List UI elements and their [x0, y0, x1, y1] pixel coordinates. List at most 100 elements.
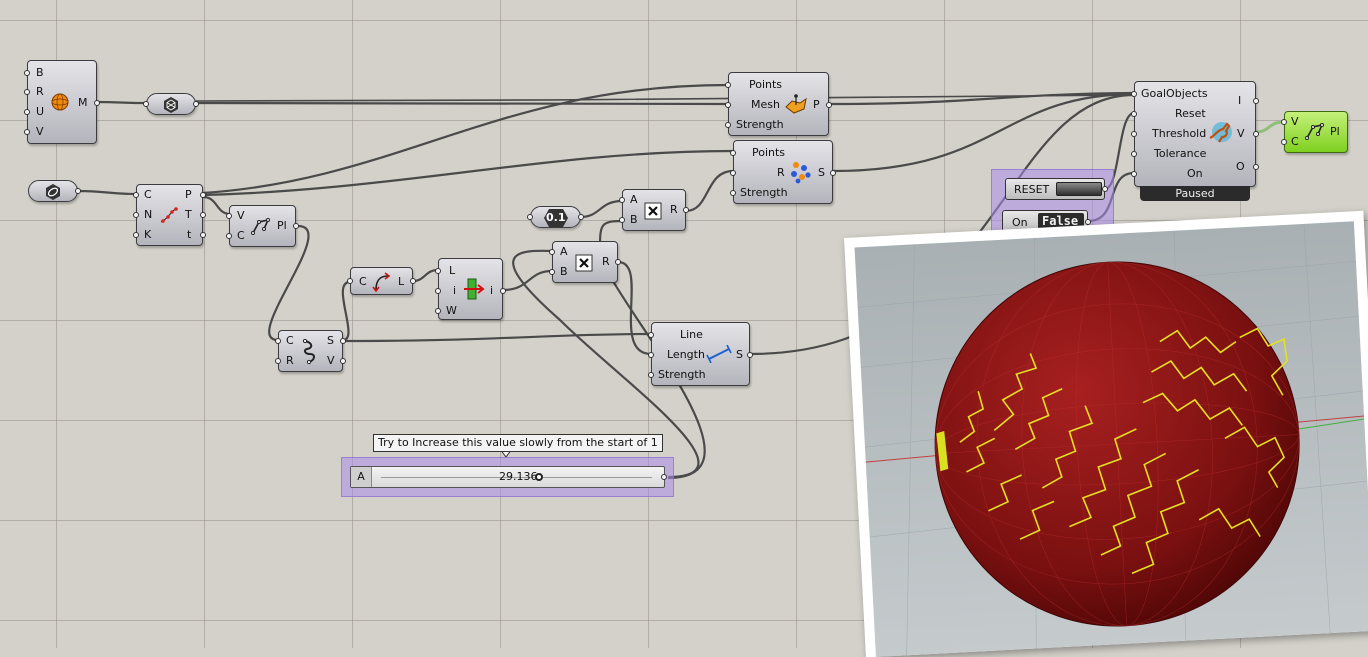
port-out[interactable] [1102, 186, 1108, 192]
port-out[interactable] [661, 474, 667, 480]
port-out[interactable] [683, 207, 689, 213]
number-param[interactable]: 0.1 [527, 206, 584, 228]
port-in[interactable] [549, 269, 555, 275]
port-out[interactable] [200, 232, 206, 238]
output-label: P [185, 188, 192, 201]
port-out[interactable] [747, 352, 753, 358]
port-out[interactable] [500, 288, 506, 294]
port-in[interactable] [619, 197, 625, 203]
multiply-component[interactable]: A B R [549, 241, 621, 283]
input-label: V [237, 209, 245, 222]
port-in[interactable] [24, 89, 30, 95]
slider-knob[interactable] [535, 473, 543, 481]
port-in[interactable] [619, 217, 625, 223]
port-in[interactable] [725, 102, 731, 108]
sphere-component[interactable]: B R U V M [24, 60, 100, 144]
port-out[interactable] [200, 192, 206, 198]
port-out[interactable] [200, 212, 206, 218]
polyline-preview-component[interactable]: V C Pl [1281, 111, 1348, 153]
port-in[interactable] [527, 214, 533, 220]
explode-curve-component[interactable]: C R S V [275, 330, 346, 372]
input-label: C [237, 229, 245, 242]
port-out[interactable] [410, 278, 416, 284]
port-out[interactable] [94, 100, 100, 106]
port-in[interactable] [730, 190, 736, 196]
multiply-icon [575, 254, 593, 272]
input-label: GoalObjects [1141, 87, 1208, 100]
port-in[interactable] [275, 338, 281, 344]
port-in[interactable] [435, 308, 441, 314]
input-label: Strength [740, 186, 788, 199]
list-item-component[interactable]: L i W i [435, 258, 506, 320]
multiply-component[interactable]: A B R [619, 189, 689, 231]
port-in[interactable] [648, 332, 654, 338]
port-in[interactable] [347, 278, 353, 284]
output-label: I [1238, 94, 1242, 107]
port-out[interactable] [830, 170, 836, 176]
port-in[interactable] [730, 170, 736, 176]
input-label: R [286, 354, 294, 367]
port-out[interactable] [826, 102, 832, 108]
number-slider[interactable]: A 29.136 [350, 466, 667, 488]
port-in[interactable] [725, 122, 731, 128]
rhino-viewport [844, 210, 1368, 657]
port-in[interactable] [730, 150, 736, 156]
port-in[interactable] [226, 233, 232, 239]
onmesh-goal-component[interactable]: Points Mesh Strength P [725, 72, 832, 136]
input-label: Length [667, 348, 705, 361]
port-in[interactable] [133, 232, 139, 238]
port-out[interactable] [578, 214, 584, 220]
input-label: B [36, 66, 44, 79]
port-in[interactable] [133, 192, 139, 198]
curve-length-component[interactable]: C L [347, 267, 416, 295]
port-in[interactable] [1131, 151, 1137, 157]
output-label: T [185, 208, 192, 221]
port-in[interactable] [24, 109, 30, 115]
port-in[interactable] [648, 352, 654, 358]
port-in[interactable] [648, 372, 654, 378]
output-label: S [736, 348, 743, 361]
output-label: M [78, 96, 88, 109]
curve-param[interactable] [28, 180, 81, 202]
port-out[interactable] [615, 259, 621, 265]
port-out[interactable] [1253, 98, 1259, 104]
length-icon [372, 272, 391, 292]
port-in[interactable] [143, 101, 149, 107]
kangaroo-solver-component[interactable]: GoalObjects Reset Threshold Tolerance On… [1131, 81, 1259, 187]
polyline-icon [1305, 123, 1324, 140]
port-in[interactable] [24, 129, 30, 135]
port-in[interactable] [275, 358, 281, 364]
port-in[interactable] [133, 212, 139, 218]
divide-curve-component[interactable]: C N K P T t [133, 184, 206, 246]
port-out[interactable] [1253, 164, 1259, 170]
port-out[interactable] [293, 223, 299, 229]
port-out[interactable] [1253, 131, 1259, 137]
port-in[interactable] [1281, 139, 1287, 145]
port-in[interactable] [435, 288, 441, 294]
port-in[interactable] [549, 249, 555, 255]
port-in[interactable] [1131, 111, 1137, 117]
port-in[interactable] [435, 268, 441, 274]
port-in[interactable] [1281, 119, 1287, 125]
port-out[interactable] [193, 101, 199, 107]
port-in[interactable] [725, 82, 731, 88]
length-goal-component[interactable]: Line Length Strength S [648, 322, 753, 386]
port-in[interactable] [1131, 171, 1137, 177]
port-in[interactable] [226, 213, 232, 219]
polyline-component[interactable]: V C Pl [226, 205, 299, 247]
reset-button[interactable]: RESET [1005, 178, 1108, 200]
port-in[interactable] [1131, 91, 1137, 97]
port-out[interactable] [75, 188, 81, 194]
reset-button-face [1056, 182, 1102, 196]
port-out[interactable] [340, 338, 346, 344]
port-in[interactable] [24, 70, 30, 76]
port-out[interactable] [340, 358, 346, 364]
port-in[interactable] [1131, 131, 1137, 137]
length-goal-icon [706, 345, 732, 363]
output-label: L [398, 275, 405, 288]
input-label: N [144, 208, 153, 221]
output-label: O [1236, 160, 1245, 173]
sphere-collide-goal-component[interactable]: Points R Strength S [730, 140, 836, 204]
mesh-param[interactable] [143, 93, 199, 115]
input-label: L [449, 264, 456, 277]
